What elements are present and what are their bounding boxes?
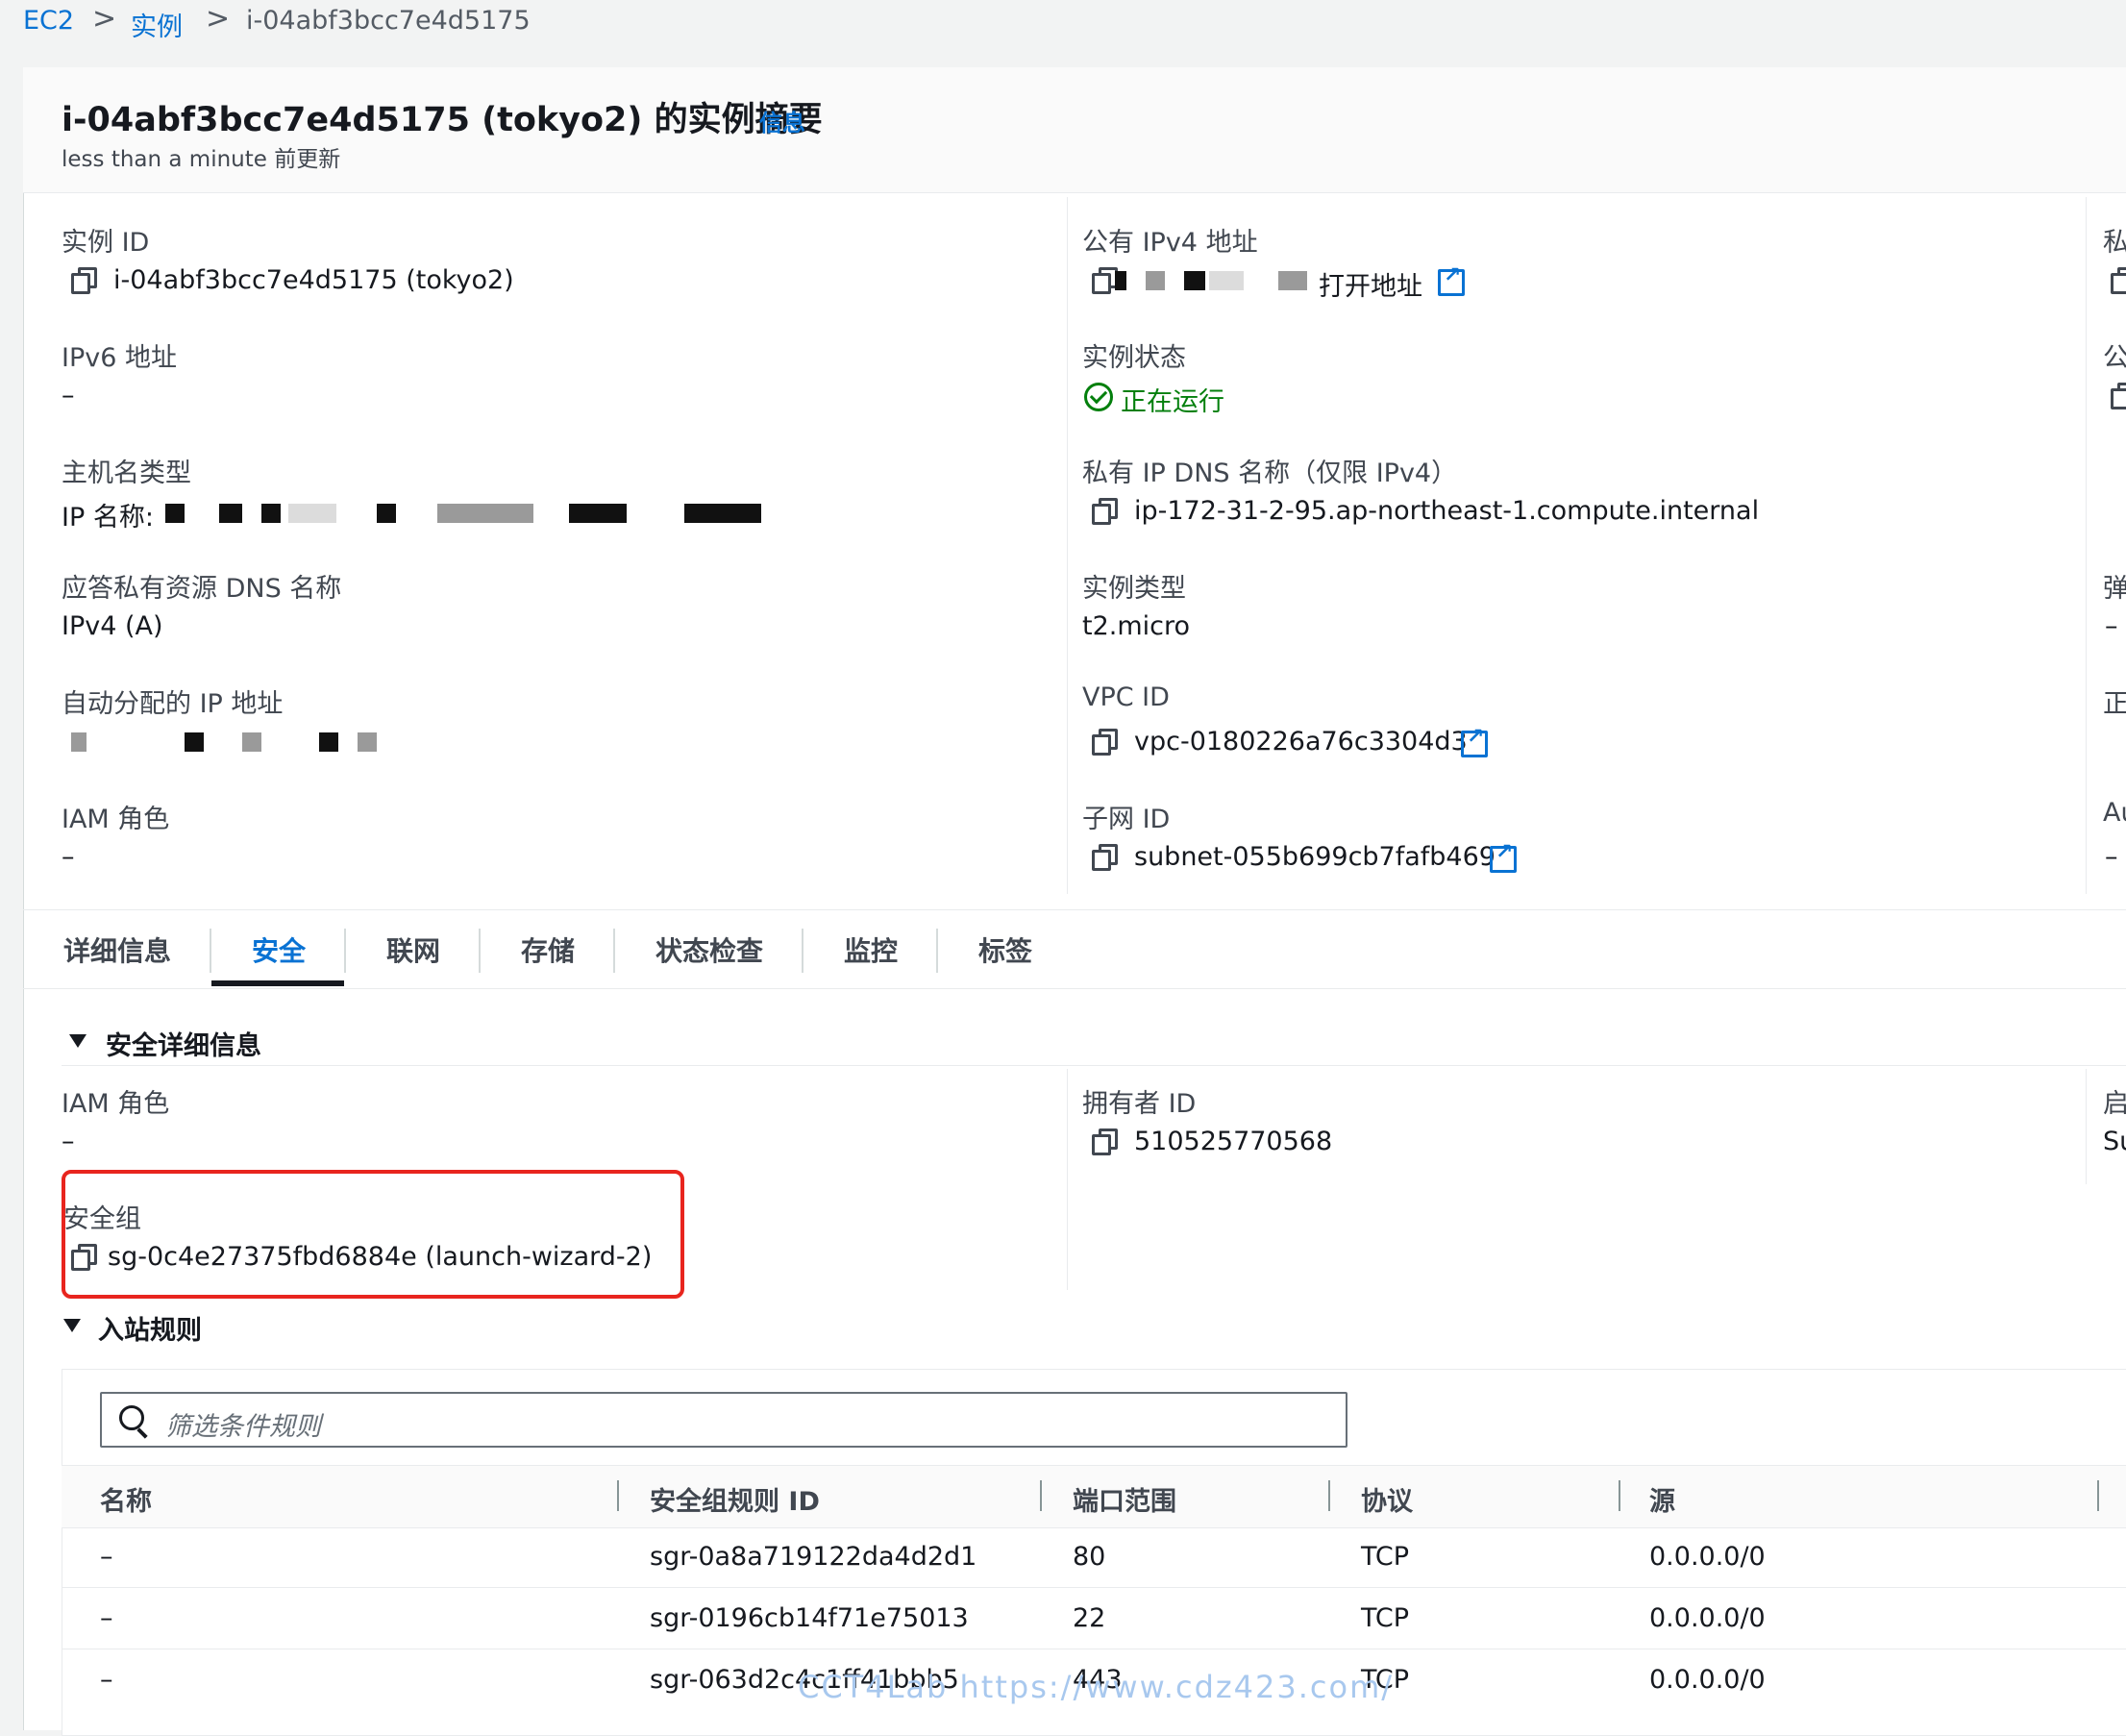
dns-answer-value: IPv4 (A) [62,611,163,641]
subnet-id-label: 子网 ID [1082,805,1171,834]
copy-icon[interactable] [1092,729,1118,756]
instance-id-label: 实例 ID [62,228,150,258]
rule-source: 0.0.0.0/0 [1649,1542,1766,1572]
private-dns-value: ip-172-31-2-95.ap-northeast-1.compute.in… [1134,496,1760,526]
owner-id-label: 拥有者 ID [1082,1089,1197,1119]
col3-label-public: 公 [2103,343,2126,373]
breadcrumb-separator: > [92,2,117,36]
private-dns-label: 私有 IP DNS 名称（仅限 IPv4） [1082,459,1458,488]
open-address-link[interactable]: 打开地址 [1319,265,1422,303]
rule-protocol: TCP [1361,1603,1410,1633]
search-placeholder: 筛选条件规则 [165,1412,321,1442]
public-ipv4-label: 公有 IPv4 地址 [1082,228,1258,258]
active-tab-underline [211,980,344,986]
rule-port: 22 [1073,1603,1106,1633]
col3-label-private: 私 [2103,228,2126,258]
col3-security-label: 启 [2103,1089,2126,1119]
highlight-box [62,1170,684,1299]
owner-id-value: 510525770568 [1134,1127,1333,1156]
tab-security[interactable]: 安全 [252,930,306,969]
col-header-port-range[interactable]: 端口范围 [1073,1480,1176,1518]
vpc-id-link[interactable]: vpc-0180226a76c3304d3 [1134,727,1468,756]
col3-label-auto: Au [2103,798,2126,828]
instance-state-value: 正在运行 [1121,387,1224,417]
external-link-icon[interactable] [1490,840,1517,873]
copy-icon[interactable] [1092,498,1118,525]
rule-port: 80 [1073,1542,1106,1572]
col3-label-elastic: 弹 [2103,574,2126,604]
external-link-icon[interactable] [1461,725,1488,757]
inbound-rules-title[interactable]: 入站规则 [98,1309,202,1347]
col-header-source[interactable]: 源 [1649,1480,1675,1518]
breadcrumb-current: i-04abf3bcc7e4d5175 [246,6,531,36]
rule-name: – [100,1603,113,1633]
rule-name: – [100,1542,113,1572]
instance-type-label: 实例类型 [1082,574,1186,604]
security-details-title[interactable]: 安全详细信息 [106,1025,261,1062]
breadcrumb-instances[interactable]: 实例 [131,6,183,43]
rule-name: – [100,1665,113,1695]
col-header-name[interactable]: 名称 [100,1480,152,1518]
rule-source: 0.0.0.0/0 [1649,1665,1766,1695]
rules-filter-input[interactable]: 筛选条件规则 [100,1392,1347,1448]
subnet-id-link[interactable]: subnet-055b699cb7fafb469 [1134,842,1496,872]
security-iam-label: IAM 角色 [62,1089,170,1119]
breadcrumb-separator: > [206,2,231,36]
page-title: i-04abf3bcc7e4d5175 (tokyo2) 的实例摘要 [62,101,823,139]
tab-storage[interactable]: 存储 [521,930,575,969]
check-circle-icon [1084,383,1113,411]
watermark-text: CCT4Lab https://www.cdz423.com/ [798,1669,1395,1705]
rule-id: sgr-0a8a719122da4d2d1 [650,1542,977,1572]
security-iam-value: – [62,1127,75,1156]
copy-icon[interactable] [71,1244,97,1271]
col3-security-value: Su [2103,1127,2126,1156]
col-header-protocol[interactable]: 协议 [1361,1480,1413,1518]
col3-value-elastic: – [2105,611,2118,641]
info-link[interactable]: 信息 [759,104,805,137]
instance-type-value: t2.micro [1082,611,1191,641]
tab-status-checks[interactable]: 状态检查 [655,930,763,969]
tab-details[interactable]: 详细信息 [63,930,171,969]
collapse-caret-icon[interactable] [63,1319,81,1332]
security-group-label: 安全组 [63,1204,141,1234]
ipv6-label: IPv6 地址 [62,343,177,373]
ipv6-value: – [62,381,75,410]
iam-role-label: IAM 角色 [62,805,170,834]
security-group-link[interactable]: sg-0c4e27375fbd6884e (launch-wizard-2) [108,1242,652,1272]
copy-icon[interactable] [1092,267,1118,294]
rule-id: sgr-0196cb14f71e75013 [650,1603,969,1633]
external-link-icon[interactable] [1438,263,1465,296]
dns-answer-label: 应答私有资源 DNS 名称 [62,574,342,604]
vpc-id-label: VPC ID [1082,682,1170,712]
copy-icon[interactable] [71,267,97,294]
auto-ip-label: 自动分配的 IP 地址 [62,689,284,719]
instance-state-label: 实例状态 [1082,343,1186,373]
copy-icon[interactable] [1092,844,1118,871]
iam-role-value: – [62,842,75,872]
hostname-type-prefix: IP 名称: [62,503,154,533]
rule-source: 0.0.0.0/0 [1649,1603,1766,1633]
hostname-type-label: 主机名类型 [62,459,191,488]
search-icon [119,1405,144,1430]
instance-id-value: i-04abf3bcc7e4d5175 (tokyo2) [113,265,514,295]
copy-icon[interactable] [2111,267,2126,294]
tab-monitoring[interactable]: 监控 [844,930,898,969]
col3-label-status: 正 [2103,689,2126,719]
copy-icon[interactable] [2111,383,2126,409]
last-updated: less than a minute 前更新 [62,147,341,172]
rule-protocol: TCP [1361,1542,1410,1572]
tab-networking[interactable]: 联网 [386,930,440,969]
breadcrumb-ec2[interactable]: EC2 [23,6,74,36]
col-header-rule-id[interactable]: 安全组规则 ID [650,1480,820,1518]
tab-tags[interactable]: 标签 [978,930,1032,969]
col3-value-auto: – [2105,842,2118,872]
copy-icon[interactable] [1092,1128,1118,1155]
collapse-caret-icon[interactable] [69,1034,87,1048]
